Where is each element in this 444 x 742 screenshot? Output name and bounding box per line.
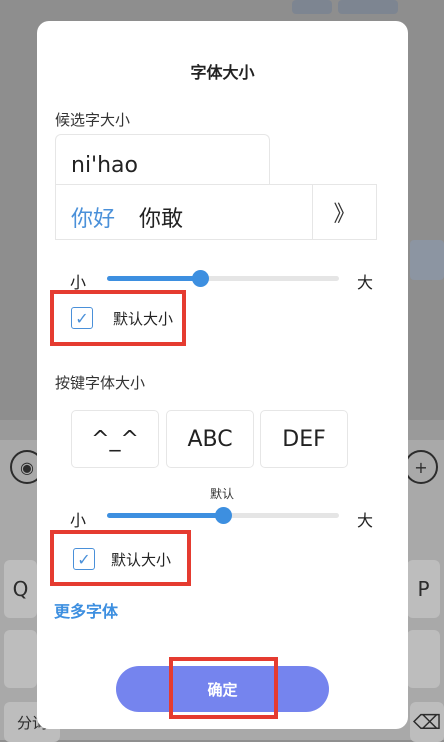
- more-fonts-link[interactable]: 更多字体: [54, 598, 118, 622]
- key-slider-thumb[interactable]: [215, 507, 232, 524]
- pinyin-text: ni'hao: [71, 153, 138, 178]
- add-icon: +: [404, 450, 438, 484]
- bg-key: [4, 630, 37, 688]
- bg-key: Q: [4, 560, 37, 618]
- background-image-thumb: [410, 240, 444, 280]
- candidate-slider-thumb[interactable]: [191, 270, 209, 287]
- key-slider-min-label: 小: [70, 511, 87, 530]
- candidate-first: 你好: [71, 207, 116, 232]
- background-image-thumb: [292, 0, 332, 14]
- highlight-box: [169, 657, 278, 719]
- expand-candidates-icon: 》: [312, 185, 376, 239]
- candidate-slider-fill: [107, 276, 200, 281]
- dialog-title: 字体大小: [190, 63, 255, 82]
- key-preview-abc: ABC: [166, 410, 254, 468]
- candidate-second: 你敢: [139, 207, 184, 232]
- background-image-thumb: [338, 0, 398, 14]
- bg-key: ⌫: [410, 702, 444, 742]
- key-preview-def: DEF: [260, 410, 348, 468]
- bg-key: [407, 630, 440, 688]
- key-size-label: 按键字体大小: [55, 374, 146, 392]
- candidate-preview: ni'hao 你好 你敢 》: [55, 134, 377, 240]
- key-slider-max-label: 大: [357, 511, 374, 530]
- candidate-row: 你好 你敢 》: [55, 184, 377, 240]
- key-slider-default-label: 默认: [210, 487, 235, 501]
- key-size-slider[interactable]: [107, 507, 339, 524]
- candidate-size-slider[interactable]: [107, 270, 339, 287]
- key-slider-fill: [107, 513, 223, 518]
- highlight-box: [50, 530, 191, 586]
- candidate-size-label: 候选字大小: [55, 111, 131, 129]
- bg-key: P: [407, 560, 440, 618]
- highlight-box: [50, 290, 186, 346]
- pinyin-preview: ni'hao: [55, 134, 270, 185]
- candidate-slider-max-label: 大: [357, 273, 374, 292]
- key-preview-emoticon: ^_^: [71, 410, 159, 468]
